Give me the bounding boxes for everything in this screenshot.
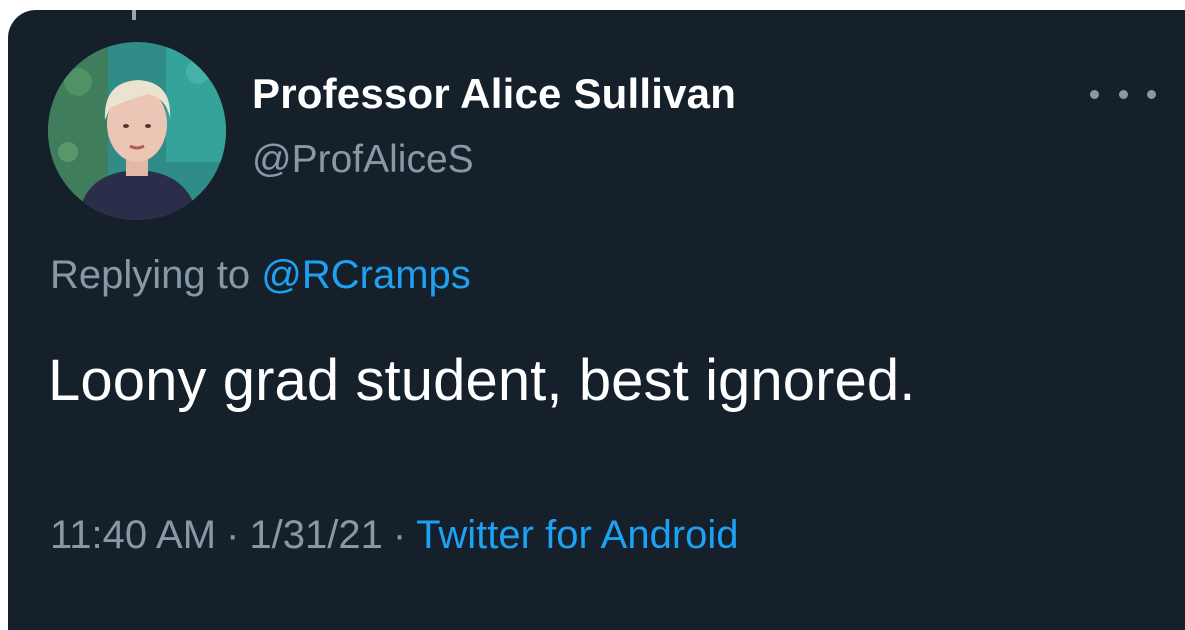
- tweet-metadata: 11:40 AM · 1/31/21 · Twitter for Android: [50, 510, 739, 560]
- tweet-text: Loony grad student, best ignored.: [48, 348, 916, 413]
- tweet-time[interactable]: 11:40 AM: [50, 513, 216, 557]
- author-name[interactable]: Professor Alice Sullivan: [252, 68, 736, 120]
- avatar-image: [48, 42, 226, 220]
- replying-to-mention-link[interactable]: @RCramps: [261, 253, 471, 297]
- meta-separator: ·: [392, 513, 407, 557]
- tweet-card: Professor Alice Sullivan @ProfAliceS Rep…: [8, 10, 1185, 630]
- thread-connector-line: [132, 10, 136, 20]
- author-handle[interactable]: @ProfAliceS: [252, 136, 474, 184]
- more-dot: [1147, 89, 1156, 99]
- replying-to-line: Replying to @RCramps: [50, 250, 471, 300]
- more-dot: [1090, 89, 1099, 99]
- tweet-source-link[interactable]: Twitter for Android: [416, 513, 738, 557]
- avatar[interactable]: [48, 42, 226, 220]
- tweet-date[interactable]: 1/31/21: [249, 513, 382, 557]
- more-dot: [1118, 89, 1128, 99]
- more-options-icon[interactable]: [1090, 82, 1156, 106]
- replying-to-label: Replying to: [50, 253, 251, 297]
- meta-separator: ·: [226, 513, 240, 557]
